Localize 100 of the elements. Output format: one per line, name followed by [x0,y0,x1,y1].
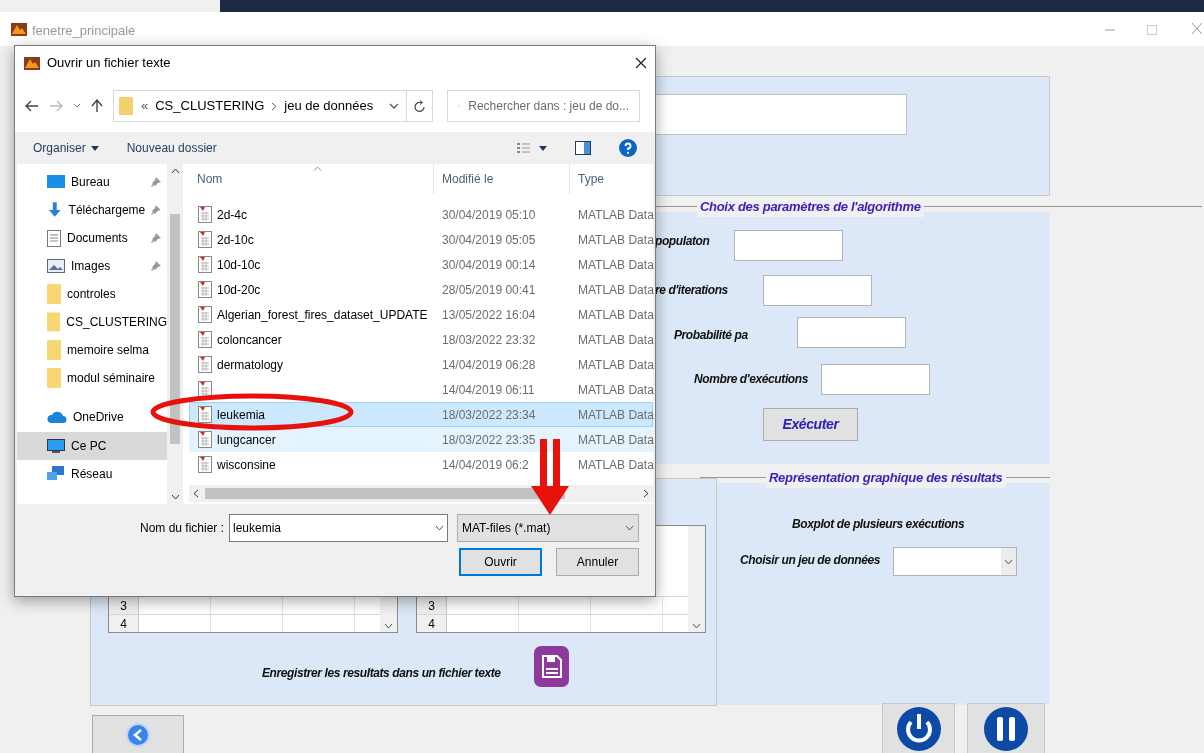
mat-file-icon [198,306,212,323]
chevron-down-icon[interactable] [73,103,81,109]
input-field[interactable] [734,230,843,261]
address-bar[interactable]: « CS_CLUSTERING jeu de données [113,90,433,122]
chevron-down-icon[interactable] [692,623,701,629]
image-icon [47,259,65,273]
row-header: 4 [109,615,139,632]
mat-file-icon [198,431,212,448]
folder-icon [47,312,61,332]
search-field[interactable]: Rechercher dans : jeu de do... [447,90,640,122]
mat-file-icon [198,231,212,248]
sidebar-item[interactable]: memoire selma [17,336,167,364]
mat-file-icon [198,356,212,373]
power-icon [895,704,942,753]
field-label: Nombre d'exécutions [694,371,808,388]
file-row[interactable]: coloncancer 18/03/2022 23:32 MATLAB Data [189,327,653,352]
network-icon [47,466,65,482]
chevron-right-icon [271,101,278,111]
file-row[interactable]: 10d-20c 28/05/2019 00:41 MATLAB Data [189,277,653,302]
file-row[interactable]: leukemia 18/03/2022 23:34 MATLAB Data [189,402,653,427]
chevron-down-icon[interactable] [384,623,393,629]
back-arrow-icon[interactable] [25,100,39,112]
pin-icon[interactable] [151,205,161,215]
sidebar-item[interactable]: Images [17,252,167,280]
file-row[interactable]: 2d-4c 30/04/2019 05:10 MATLAB Data [189,202,653,227]
breadcrumb-item[interactable]: jeu de données [284,96,374,116]
column-header[interactable]: Nom [189,164,433,194]
cancel-button[interactable]: Annuler [556,548,639,576]
file-row[interactable]: Algerian_forest_fires_dataset_UPDATE 13/05/2022 16:04 MATLAB Data [189,302,653,327]
chevron-up-icon[interactable] [170,168,180,174]
filename-field[interactable]: leukemia [229,514,448,542]
input-field[interactable] [797,317,906,348]
sidebar-item[interactable]: Documents [17,224,167,252]
pause-icon [983,704,1029,753]
save-label: Enregistrer les resultats dans un fichier texte [262,665,501,682]
chevron-left-icon[interactable] [193,489,199,498]
preview-pane-icon[interactable] [575,141,591,155]
sidebar-item[interactable]: modul séminaire [17,364,167,392]
folder-icon [47,284,61,304]
scrollbar[interactable] [688,526,705,632]
file-row[interactable]: wisconsine 14/04/2019 06:2 MATLAB Data [189,452,653,477]
back-button[interactable] [92,715,184,753]
file-row[interactable]: lungcancer 18/03/2022 23:35 MATLAB Data [189,427,653,452]
open-button[interactable]: Ouvrir [459,548,542,576]
file-row[interactable]: 10d-10c 30/04/2019 00:14 MATLAB Data [189,252,653,277]
computer-icon [47,438,65,454]
power-button[interactable] [882,703,955,753]
mat-file-icon [198,406,212,423]
chevron-down-icon [1004,558,1013,565]
column-header[interactable]: Modifié le [433,164,569,194]
dialog-title: Ouvrir un fichier texte [47,54,172,73]
filter-dropdown[interactable]: MAT-files (*.mat) [457,514,639,542]
scrollbar[interactable] [189,485,653,502]
sidebar-item[interactable]: Téléchargeme [17,196,167,224]
help-icon[interactable] [619,139,637,157]
field-label: Nom du fichier : [139,520,224,537]
new-folder-button[interactable]: Nouveau dossier [126,139,217,157]
organize-menu[interactable]: Organiser [33,139,99,157]
folder-icon [118,96,134,116]
chevron-down-icon[interactable] [170,494,180,500]
cloud-icon [47,411,67,423]
matlab-icon [23,54,41,72]
column-header[interactable]: Type [569,164,649,194]
pause-button[interactable] [967,703,1045,753]
chevron-right-icon[interactable] [643,489,649,498]
file-row[interactable]: dermatology 14/04/2019 06:28 MATLAB Data [189,352,653,377]
document-icon [47,229,61,247]
field-label: populaton [655,233,710,250]
mat-file-icon [198,456,212,473]
caret-icon [90,145,99,151]
file-row[interactable]: 14/04/2019 06:11 MATLAB Data [189,377,653,402]
view-options-icon[interactable] [517,142,547,154]
mat-file-icon [198,381,212,398]
mat-file-icon [198,331,212,348]
run-button[interactable]: Exécuter [763,408,858,441]
pin-icon[interactable] [151,177,161,187]
pin-icon[interactable] [151,261,161,271]
sidebar-item[interactable]: CS_CLUSTERING [17,308,167,336]
close-icon[interactable] [635,57,647,69]
sidebar-item[interactable]: Bureau [17,168,167,196]
up-arrow-icon[interactable] [91,99,103,113]
sidebar-item[interactable]: controles [17,280,167,308]
folder-icon [47,340,61,360]
dropdown-label: Choisir un jeu de données [740,552,881,569]
sidebar-item[interactable]: Réseau [17,460,167,488]
file-row[interactable]: 2d-10c 30/04/2019 05:05 MATLAB Data [189,227,653,252]
mat-file-icon [198,206,212,223]
breadcrumb-item[interactable]: CS_CLUSTERING [155,96,265,116]
chevron-down-icon[interactable] [625,525,634,531]
sidebar-item[interactable]: Ce PC [17,432,167,460]
refresh-icon[interactable] [413,99,426,113]
sidebar-item[interactable]: OneDrive [17,402,167,432]
desktop-icon [47,175,65,189]
input-field[interactable] [821,364,930,395]
chevron-down-icon[interactable] [389,102,399,110]
pin-icon[interactable] [151,233,161,243]
input-field[interactable] [763,275,872,306]
save-icon[interactable] [533,645,570,688]
field-label: Probabilité pa [674,327,748,344]
chevron-down-icon[interactable] [435,525,444,531]
